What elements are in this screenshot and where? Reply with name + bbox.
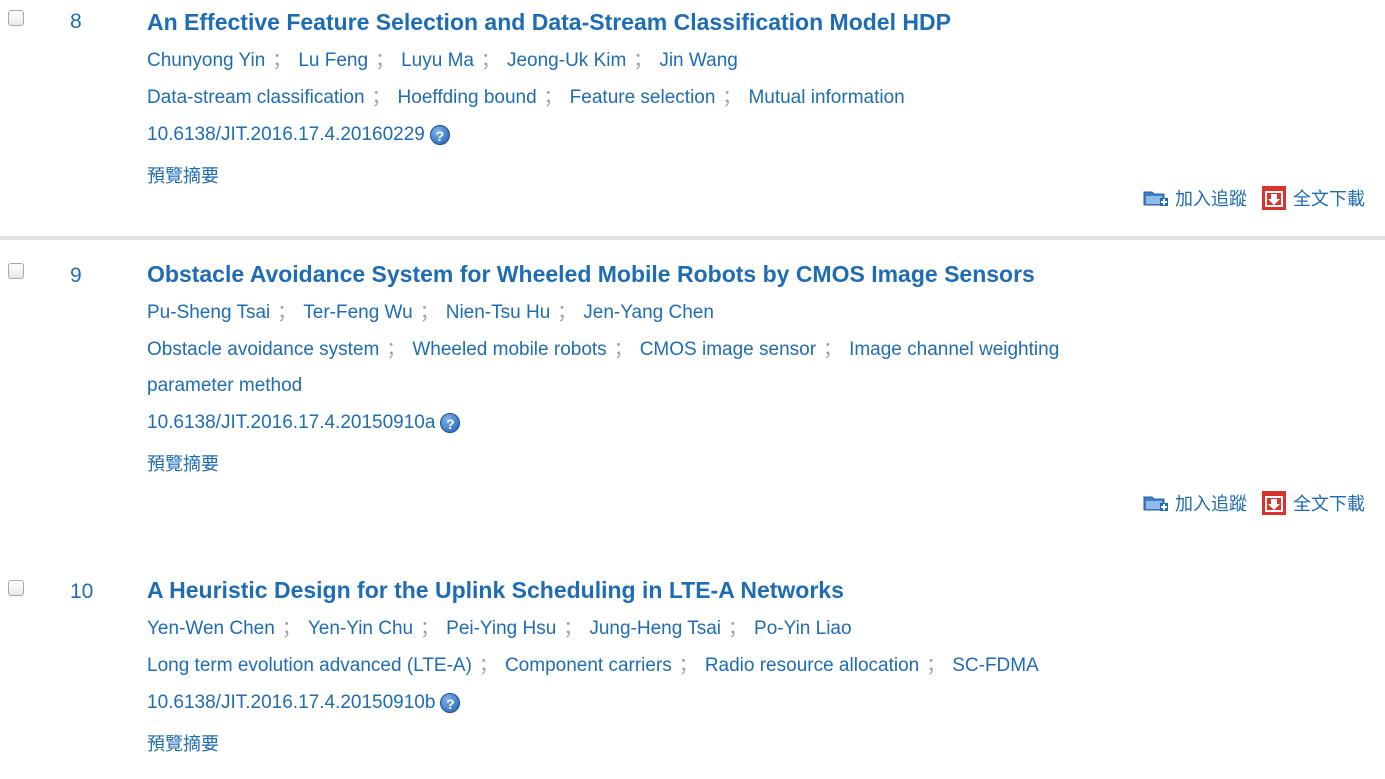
article-title[interactable]: An Effective Feature Selection and Data-… [147,8,1365,36]
separator: ； [613,339,633,360]
select-checkbox[interactable] [8,580,24,596]
separator: ； [823,339,843,360]
result-item: 8 An Effective Feature Selection and Dat… [0,0,1385,240]
separator: ； [281,618,301,639]
result-content: A Heuristic Design for the Uplink Schedu… [147,576,1365,756]
fulltext-download-label: 全文下載 [1293,494,1365,514]
folder-add-icon [1143,496,1168,511]
separator: ； [478,655,498,676]
results-list: 8 An Effective Feature Selection and Dat… [0,0,1385,779]
keyword-link[interactable]: Wheeled mobile robots [412,339,606,360]
author-list: Pu-Sheng Tsai ； Ter-Feng Wu ； Nien-Tsu Hu ； Je… [147,302,1365,324]
separator: ； [272,50,292,71]
separator: ； [633,50,653,71]
separator: ； [678,655,698,676]
add-tracking-button[interactable]: 加入追蹤 [1143,185,1247,211]
doi-link[interactable]: 10.6138/JIT.2016.17.4.20150910a [147,412,435,434]
keyword-link[interactable]: Mutual information [748,87,904,108]
separator: ； [728,618,748,639]
author-link[interactable]: Jen-Yang Chen [583,302,714,323]
download-icon [1262,491,1286,515]
keyword-link[interactable]: Radio resource allocation [705,655,919,676]
keyword-link[interactable]: Hoeffding bound [398,87,537,108]
result-content: Obstacle Avoidance System for Wheeled Mo… [147,260,1365,476]
article-title[interactable]: A Heuristic Design for the Uplink Schedu… [147,576,1365,604]
fulltext-download-label: 全文下載 [1293,189,1365,209]
separator: ； [386,339,406,360]
help-icon[interactable]: ? [440,693,461,713]
fulltext-download-button[interactable]: 全文下載 [1261,490,1365,516]
author-link[interactable]: Yen-Wen Chen [147,618,275,639]
keyword-link[interactable]: CMOS image sensor [640,339,816,360]
doi-row: 10.6138/JIT.2016.17.4.20150910b ? [147,692,1365,714]
result-number: 9 [70,264,82,287]
author-list: Chunyong Yin ； Lu Feng ； Luyu Ma ； Jeong-Uk Ki… [147,50,1365,72]
author-link[interactable]: Lu Feng [298,50,368,71]
preview-abstract-link[interactable]: 預覽摘要 [147,730,1365,756]
author-link[interactable]: Jin Wang [659,50,738,71]
author-link[interactable]: Po-Yin Liao [754,618,852,639]
keyword-list-continued: parameter method [147,375,1365,397]
keyword-list: Long term evolution advanced (LTE-A) ； Com… [147,655,1365,677]
select-checkbox[interactable] [8,263,24,279]
keyword-link[interactable]: Data-stream classification [147,87,365,108]
separator: ； [926,655,946,676]
add-tracking-label: 加入追蹤 [1175,494,1247,514]
article-title[interactable]: Obstacle Avoidance System for Wheeled Mo… [147,260,1365,288]
keyword-list: Data-stream classification ； Hoeffding bou… [147,87,1365,109]
doi-row: 10.6138/JIT.2016.17.4.20160229 ? [147,124,1365,146]
author-link[interactable]: Pu-Sheng Tsai [147,302,270,323]
author-list: Yen-Wen Chen ； Yen-Yin Chu ； Pei-Ying Hsu ； Ju… [147,618,1365,640]
result-number: 8 [70,10,82,33]
keyword-list: Obstacle avoidance system ； Wheeled mobile… [147,339,1365,361]
author-link[interactable]: Jung-Heng Tsai [589,618,721,639]
help-icon[interactable]: ? [440,413,461,433]
author-link[interactable]: Jeong-Uk Kim [507,50,626,71]
add-tracking-button[interactable]: 加入追蹤 [1143,490,1247,516]
result-actions: 加入追蹤 全文下載 [1143,185,1365,211]
doi-link[interactable]: 10.6138/JIT.2016.17.4.20160229 [147,124,425,146]
result-item: 10 A Heuristic Design for the Uplink Sch… [0,561,1385,779]
result-content: An Effective Feature Selection and Data-… [147,8,1365,188]
keyword-link[interactable]: Image channel weighting [849,339,1059,360]
author-link[interactable]: Pei-Ying Hsu [446,618,556,639]
keyword-link[interactable]: Component carriers [505,655,672,676]
folder-add-icon [1143,191,1168,206]
author-link[interactable]: Chunyong Yin [147,50,265,71]
doi-link[interactable]: 10.6138/JIT.2016.17.4.20150910b [147,692,435,714]
fulltext-download-button[interactable]: 全文下載 [1261,185,1365,211]
keyword-link[interactable]: parameter method [147,375,302,396]
download-icon [1262,186,1286,210]
keyword-link[interactable]: Feature selection [570,87,716,108]
separator: ； [375,50,395,71]
select-checkbox[interactable] [8,10,24,26]
author-link[interactable]: Nien-Tsu Hu [446,302,551,323]
keyword-link[interactable]: Obstacle avoidance system [147,339,379,360]
separator: ； [371,87,391,108]
keyword-link[interactable]: SC-FDMA [952,655,1039,676]
result-number: 10 [70,580,94,603]
separator: ； [420,618,440,639]
separator: ； [419,302,439,323]
result-item: 9 Obstacle Avoidance System for Wheeled … [0,240,1385,561]
separator: ； [277,302,297,323]
separator: ； [480,50,500,71]
separator: ； [722,87,742,108]
author-link[interactable]: Luyu Ma [401,50,474,71]
separator: ； [563,618,583,639]
add-tracking-label: 加入追蹤 [1175,189,1247,209]
author-link[interactable]: Yen-Yin Chu [308,618,413,639]
author-link[interactable]: Ter-Feng Wu [303,302,412,323]
help-icon[interactable]: ? [429,125,450,145]
separator: ； [557,302,577,323]
preview-abstract-link[interactable]: 預覽摘要 [147,450,1365,476]
keyword-link[interactable]: Long term evolution advanced (LTE-A) [147,655,472,676]
result-actions: 加入追蹤 全文下載 [1143,490,1365,516]
separator: ； [543,87,563,108]
doi-row: 10.6138/JIT.2016.17.4.20150910a ? [147,412,1365,434]
